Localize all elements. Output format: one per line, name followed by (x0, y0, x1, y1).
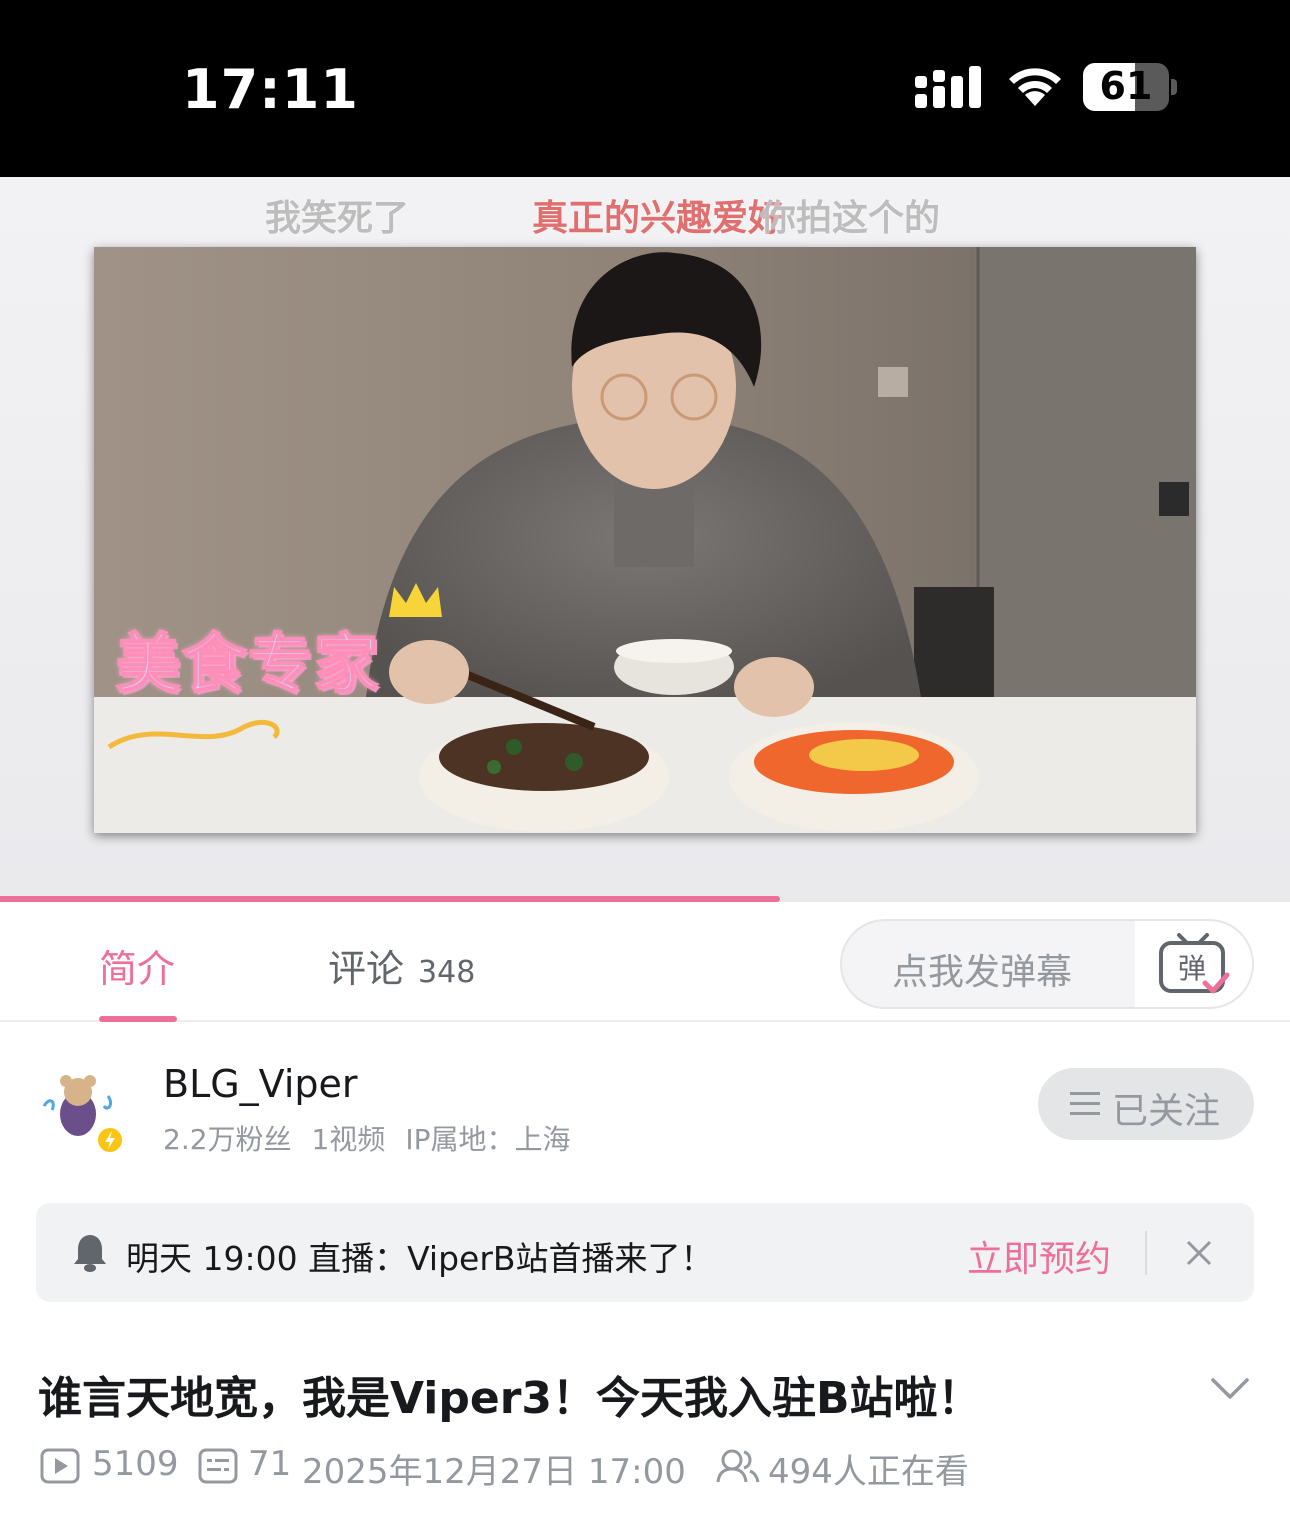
publish-date: 2025年12月27日 17:00 (302, 1452, 686, 1492)
battery-percent: 61 (1099, 64, 1153, 108)
wifi-icon (1009, 68, 1061, 106)
watching-count: 494人正在看 (768, 1452, 969, 1492)
danmaku-toggle-button[interactable]: 弹 (1135, 921, 1252, 1007)
play-count: 5109 (92, 1444, 179, 1484)
uploader-name[interactable]: BLG_Viper (163, 1062, 358, 1106)
video-count: 1视频 (311, 1123, 386, 1156)
video-player[interactable]: 我笑死了 真正的兴趣爱好 你拍这个的 美食专家 (0, 177, 1290, 900)
reserve-now-button[interactable]: 立即预约 (967, 1230, 1111, 1282)
avatar[interactable] (38, 1066, 130, 1158)
live-reservation-banner: 明天 19:00 直播：ViperB站首播来了！ 立即预约 (36, 1203, 1254, 1302)
viewers-icon (716, 1449, 760, 1483)
comments-count: 348 (418, 955, 476, 990)
tab-comments[interactable]: 评论 348 (328, 938, 475, 993)
tab-intro[interactable]: 简介 (99, 938, 175, 993)
uploader-meta: 2.2万粉丝 1视频 IP属地：上海 (163, 1118, 591, 1158)
danmaku-input-placeholder: 点我发弹幕 (892, 952, 1073, 993)
status-time: 17:11 (182, 58, 359, 121)
close-icon[interactable] (1185, 1239, 1213, 1267)
video-title: 谁言天地宽，我是Viper3！今天我入驻B站啦！ (38, 1373, 982, 1424)
reservation-text: 明天 19:00 直播：ViperB站首播来了！ (126, 1239, 714, 1278)
danmaku-input[interactable]: 点我发弹幕 弹 (840, 919, 1254, 1009)
status-bar: 17:11 61 (0, 0, 1290, 177)
danmaku-count-icon (198, 1448, 238, 1484)
video-overlay-badge: 美食专家 (115, 627, 380, 703)
danmaku-comment: 真正的兴趣爱好 (532, 198, 785, 239)
bell-icon (74, 1235, 106, 1272)
video-frame (94, 247, 1196, 833)
follow-button-label: 已关注 (1112, 1091, 1221, 1132)
svg-text:弹: 弹 (1178, 952, 1206, 985)
danmaku-count: 71 (248, 1444, 292, 1484)
play-count-icon (40, 1448, 80, 1484)
tab-bar: 简介 评论 348 点我发弹幕 弹 (0, 902, 1290, 1022)
tab-active-indicator (99, 1016, 177, 1022)
menu-lines-icon (1070, 1092, 1100, 1115)
danmaku-comment: 你拍这个的 (760, 198, 941, 239)
uploader-section: BLG_Viper 2.2万粉丝 1视频 IP属地：上海 已关注 (0, 1040, 1290, 1170)
fans-count: 2.2万粉丝 (163, 1123, 292, 1156)
danmaku-toggle-icon: 弹 (1159, 933, 1230, 994)
divider (1145, 1231, 1147, 1275)
danmaku-comment: 我笑死了 (265, 198, 410, 239)
tab-comments-label: 评论 (328, 947, 405, 991)
chevron-down-icon[interactable] (1210, 1376, 1250, 1402)
follow-button[interactable]: 已关注 (1038, 1068, 1254, 1140)
ip-location: IP属地：上海 (405, 1123, 571, 1156)
video-scene-image (94, 247, 1196, 833)
battery-icon: 61 (1083, 63, 1179, 111)
cellular-signal-icon (915, 66, 981, 108)
